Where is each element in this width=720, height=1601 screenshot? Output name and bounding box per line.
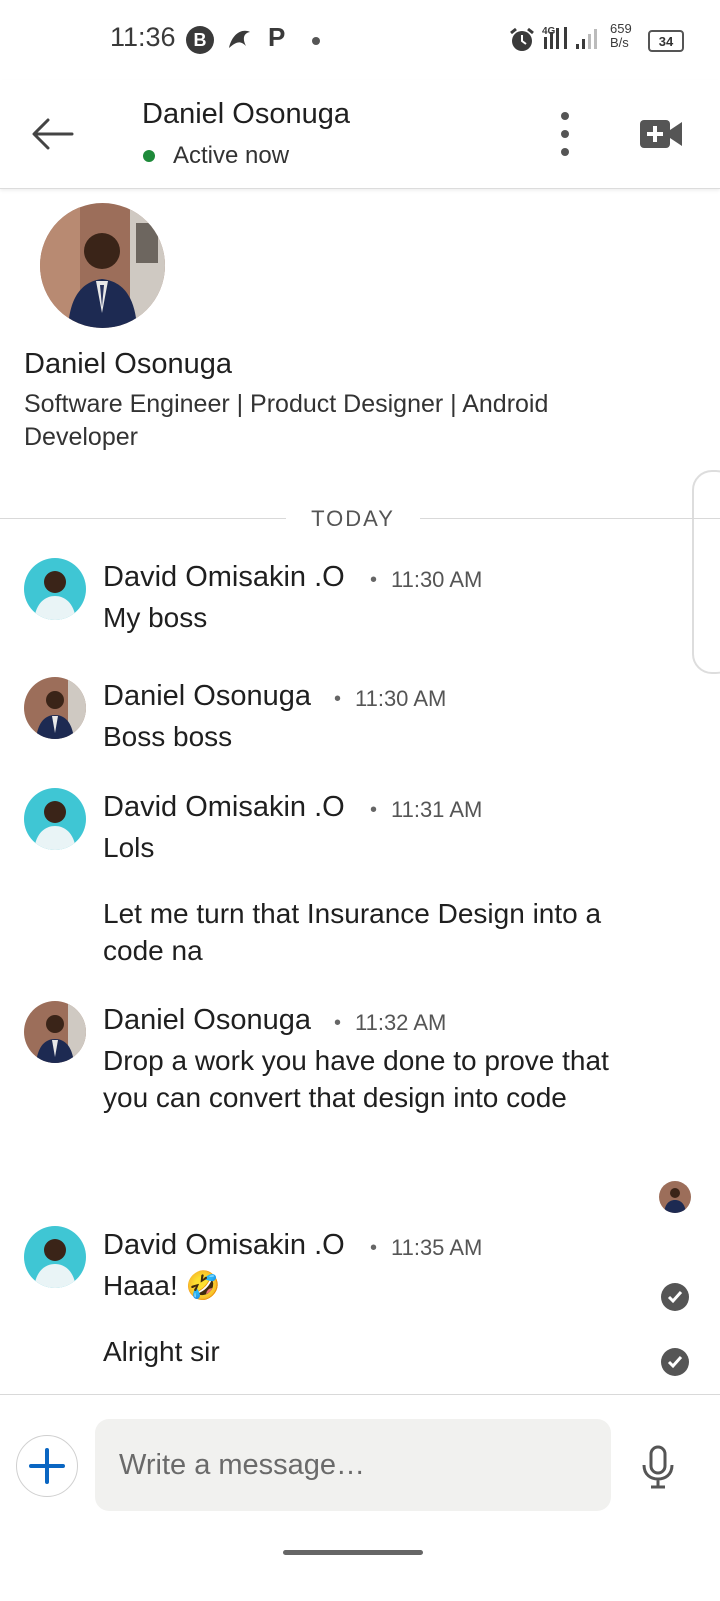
network-speed: 659 B/s — [610, 21, 632, 50]
compose-bar — [0, 1394, 720, 1601]
read-receipt-avatar — [659, 1181, 691, 1213]
side-panel-handle[interactable] — [692, 470, 720, 674]
presence-status: Active now — [173, 142, 290, 169]
notification-dot-icon — [312, 37, 320, 45]
message-time: 11:30 AM — [391, 567, 483, 592]
sender-avatar[interactable] — [24, 788, 86, 850]
avatar-photo — [659, 1181, 691, 1213]
message-text: Haaa! 🤣 — [103, 1270, 221, 1301]
separator-dot: • — [334, 1012, 342, 1034]
status-time: 11:36 — [110, 22, 176, 52]
message-text: Let me turn that Insurance Design into a… — [103, 898, 602, 966]
online-status-dot-icon — [143, 150, 155, 162]
avatar-photo — [24, 677, 86, 739]
message-time: 11:31 AM — [391, 797, 483, 822]
b-app-icon: B — [186, 26, 214, 54]
message-text: Boss boss — [103, 721, 233, 752]
cell-signal-icon: 4G — [542, 26, 597, 49]
message-text: My boss — [103, 602, 208, 633]
message-time: 11:30 AM — [355, 686, 447, 711]
separator-dot: • — [370, 799, 378, 821]
sender-avatar[interactable] — [24, 1226, 86, 1288]
arrow-left-icon[interactable] — [28, 114, 78, 154]
p-app-icon: P — [268, 22, 286, 52]
contact-name[interactable]: Daniel Osonuga — [142, 98, 350, 131]
message-text: Lols — [103, 832, 155, 863]
profile-headline: Software Engineer | Product Designer | A… — [24, 390, 549, 451]
plus-icon — [29, 1448, 65, 1484]
avatar-photo — [24, 558, 86, 620]
message-sender[interactable]: David Omisakin .O — [103, 561, 345, 594]
avatar-photo — [24, 1001, 86, 1063]
message-input[interactable] — [95, 1419, 611, 1511]
conversation-header: Daniel Osonuga Active now — [0, 80, 720, 189]
home-indicator[interactable] — [283, 1550, 423, 1555]
message-text: Alright sir — [103, 1336, 220, 1367]
microphone-icon[interactable] — [640, 1445, 676, 1489]
day-divider-label: TODAY — [311, 506, 395, 531]
profile-photo — [40, 203, 165, 328]
divider-line — [420, 518, 720, 519]
bird-app-icon — [229, 30, 250, 48]
divider-line — [0, 518, 286, 519]
attach-button[interactable] — [16, 1435, 78, 1497]
avatar-photo — [24, 1226, 86, 1288]
message-time: 11:32 AM — [355, 1010, 447, 1035]
video-call-plus-icon[interactable] — [638, 118, 684, 150]
check-circle-icon — [661, 1348, 689, 1376]
message-sender[interactable]: Daniel Osonuga — [103, 1004, 311, 1037]
sender-avatar[interactable] — [24, 558, 86, 620]
check-circle-icon — [661, 1283, 689, 1311]
separator-dot: • — [370, 1237, 378, 1259]
battery-icon: 34 — [648, 30, 684, 52]
alarm-icon — [510, 27, 534, 51]
sender-avatar[interactable] — [24, 677, 86, 739]
message-sender[interactable]: David Omisakin .O — [103, 1229, 345, 1262]
avatar-photo — [24, 788, 86, 850]
profile-avatar[interactable] — [40, 203, 165, 328]
more-vertical-icon[interactable] — [552, 110, 578, 158]
message-sender[interactable]: Daniel Osonuga — [103, 680, 311, 713]
message-sender[interactable]: David Omisakin .O — [103, 791, 345, 824]
profile-name[interactable]: Daniel Osonuga — [24, 348, 232, 381]
separator-dot: • — [370, 569, 378, 591]
status-bar: 11:36 B P 4G 659 B/s 34 — [0, 0, 720, 80]
sender-avatar[interactable] — [24, 1001, 86, 1063]
message-time: 11:35 AM — [391, 1235, 483, 1260]
separator-dot: • — [334, 688, 342, 710]
svg-text:4G: 4G — [542, 26, 556, 37]
message-text: Drop a work you have done to prove that … — [103, 1045, 609, 1113]
